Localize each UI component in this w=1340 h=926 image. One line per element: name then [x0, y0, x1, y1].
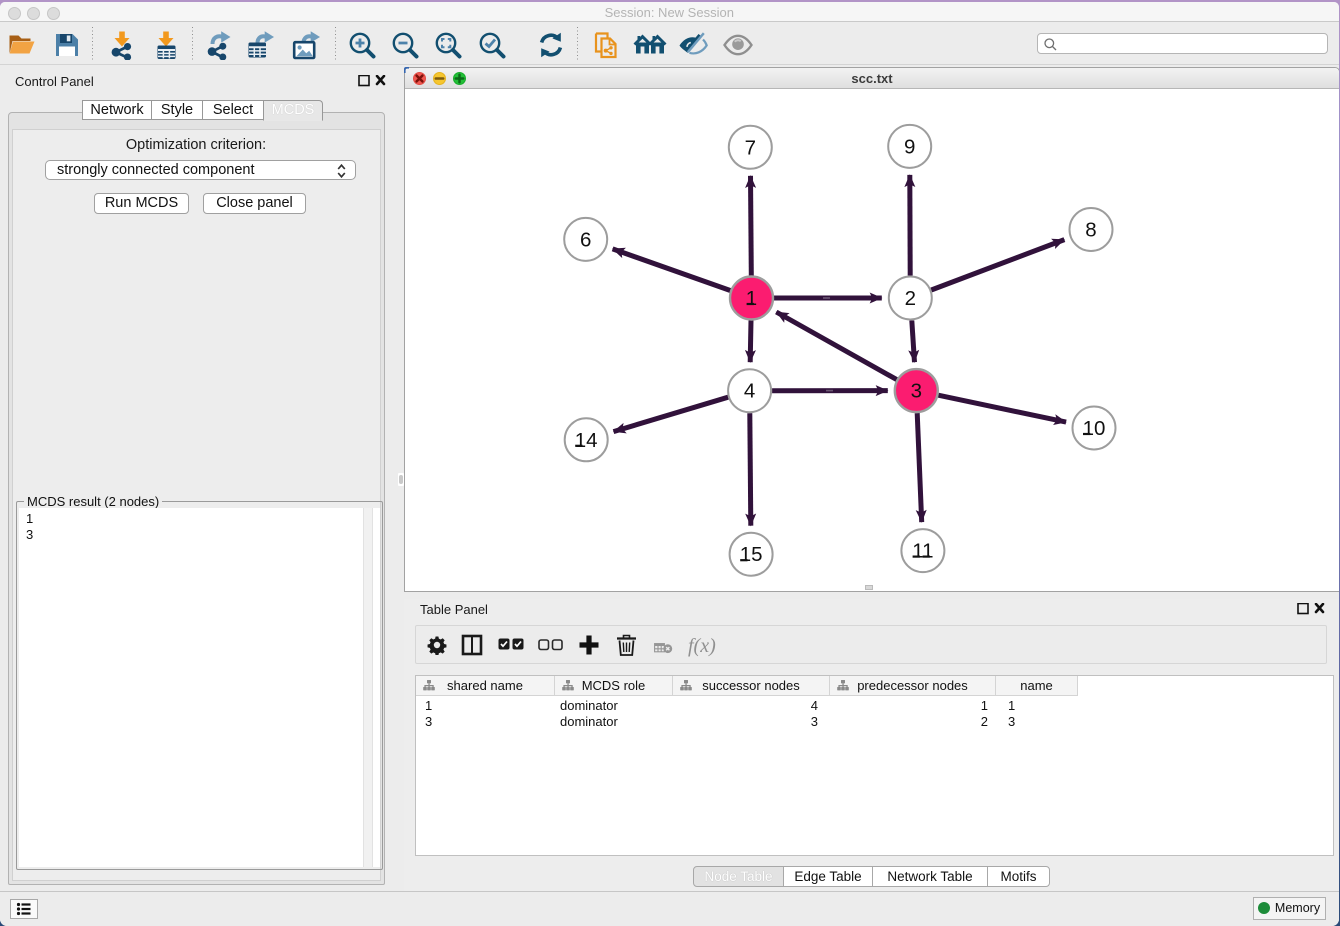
svg-text:9: 9: [904, 135, 915, 158]
svg-text:14: 14: [574, 429, 597, 452]
svg-text:7: 7: [744, 136, 755, 159]
svg-text:15: 15: [739, 543, 762, 566]
svg-text:8: 8: [1085, 219, 1096, 242]
svg-text:2: 2: [904, 287, 915, 310]
svg-text:11: 11: [912, 540, 933, 563]
svg-text:10: 10: [1082, 417, 1105, 440]
svg-text:3: 3: [910, 380, 921, 403]
svg-text:4: 4: [744, 380, 755, 403]
svg-text:6: 6: [580, 228, 591, 251]
svg-text:1: 1: [745, 287, 756, 310]
